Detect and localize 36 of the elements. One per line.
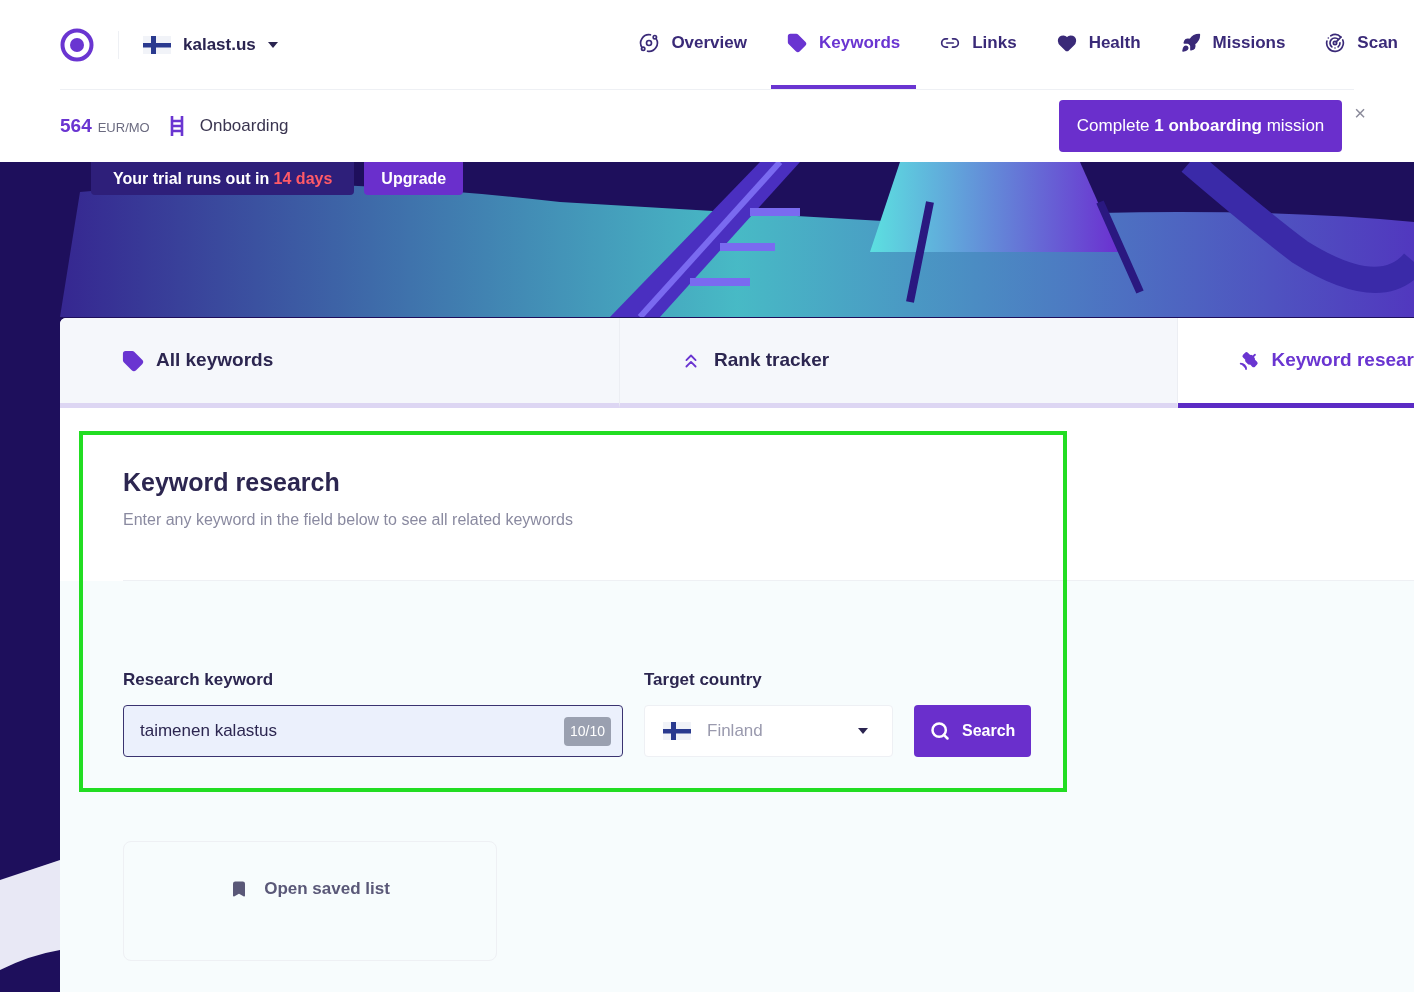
site-selector[interactable]: kalast.us	[143, 31, 278, 58]
section-tab[interactable]: Rank tracker	[620, 318, 1178, 408]
upgrade-button[interactable]: Upgrade	[364, 162, 464, 195]
ladder-icon	[169, 115, 184, 137]
field-label: Target country	[644, 669, 763, 691]
radar-icon	[1325, 32, 1346, 53]
nav-link[interactable]: Missions	[1164, 0, 1302, 89]
section-tab[interactable]: All keywords	[60, 318, 620, 408]
price-unit: EUR/MO	[97, 119, 150, 138]
satellite-icon	[1238, 349, 1260, 372]
rocket-icon	[1180, 32, 1201, 53]
price-amount: 564	[60, 113, 92, 138]
nav-link[interactable]: Scan	[1309, 0, 1414, 89]
section-title: Keyword research	[123, 467, 341, 498]
caret-icon	[267, 41, 278, 48]
open-saved-list-card[interactable]: Open saved list	[123, 840, 497, 961]
logo-icon[interactable]	[60, 27, 94, 62]
nav-link[interactable]: Links	[924, 0, 1033, 89]
search-icon	[930, 720, 950, 741]
planet-icon	[639, 32, 660, 53]
flag-icon	[143, 35, 171, 54]
onboarding-mission-button[interactable]: Complete 1 onboarding mission	[1058, 100, 1343, 152]
tag-icon	[122, 349, 144, 372]
flag-icon	[663, 721, 691, 740]
nav-link[interactable]: Health	[1040, 0, 1157, 89]
nav-link[interactable]: Keywords	[771, 0, 917, 89]
heart-icon	[1056, 32, 1077, 53]
nav-link[interactable]: Overview	[623, 0, 763, 89]
section-subtitle: Enter any keyword in the field below to see all related keywords	[123, 509, 574, 530]
search-button[interactable]: Search	[914, 704, 1032, 757]
caret-icon	[858, 727, 868, 734]
onboarding-link[interactable]: Onboarding	[199, 113, 289, 139]
field-label: Research keyword	[123, 669, 275, 691]
tag-icon	[787, 32, 807, 53]
trial-notice: Your trial runs out in 14 days	[91, 162, 355, 195]
close-button[interactable]: ×	[1354, 98, 1366, 128]
